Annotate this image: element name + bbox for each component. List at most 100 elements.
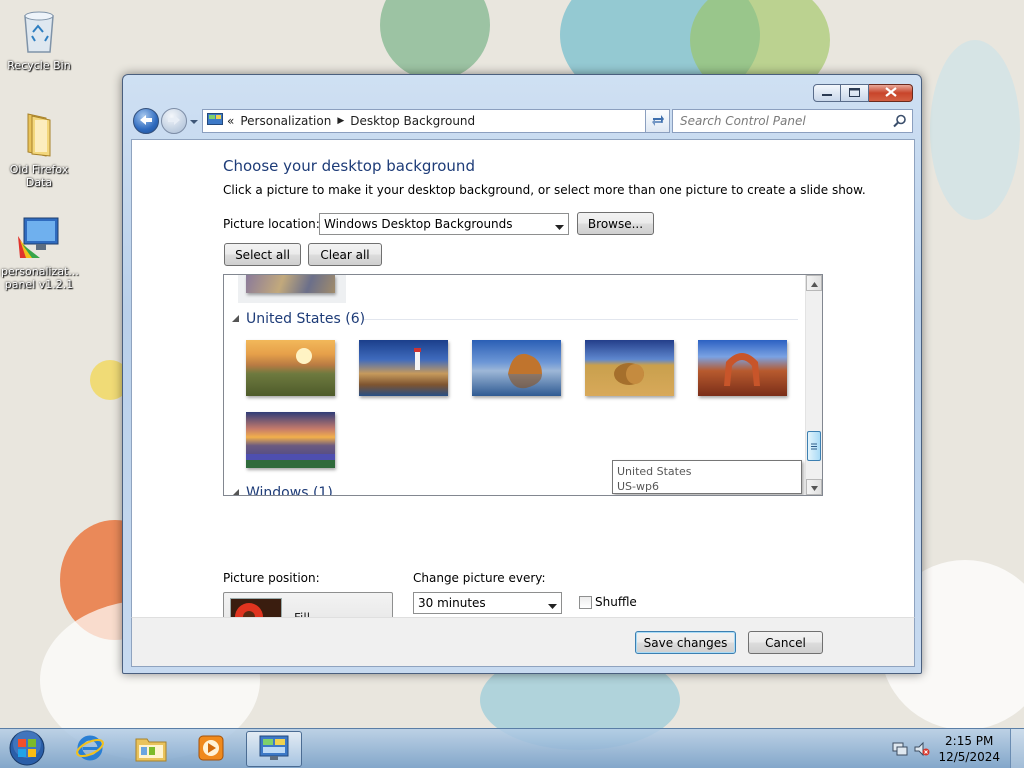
back-button[interactable]: [133, 108, 159, 134]
scroll-down-button[interactable]: [806, 479, 822, 495]
refresh-icon: [651, 114, 665, 129]
picture-gallery[interactable]: United States (6) Windows (1) United Sta…: [223, 274, 823, 496]
recent-pages-button[interactable]: [189, 116, 199, 126]
picture-location-value: Windows Desktop Backgrounds: [324, 217, 513, 231]
clear-all-button[interactable]: Clear all: [308, 243, 382, 266]
picture-thumbnail-us-wp3[interactable]: [472, 340, 561, 396]
system-clock[interactable]: 2:15 PM 12/5/2024: [938, 733, 1000, 765]
breadcrumb-personalization[interactable]: Personalization: [240, 114, 331, 128]
taskbar-internet-explorer[interactable]: [62, 731, 118, 767]
network-icon[interactable]: [892, 741, 908, 760]
group-header-windows[interactable]: Windows (1): [232, 485, 333, 496]
system-tray: 2:15 PM 12/5/2024: [884, 729, 1024, 768]
chevron-down-icon: [555, 220, 564, 234]
picture-thumbnail-us-wp5[interactable]: [698, 340, 787, 396]
folder-icon: [135, 734, 167, 765]
desktop-background-window: « Personalization ▶ Desktop Background S…: [122, 74, 922, 674]
control-panel-icon: [258, 734, 290, 765]
internet-explorer-icon: [75, 733, 105, 766]
windows-logo-icon: [9, 729, 45, 768]
picture-sun: [296, 348, 312, 364]
tooltip-filename: US-wp6: [617, 480, 659, 493]
dialog-footer: Save changes Cancel: [131, 617, 915, 667]
control-panel-icon: [207, 112, 223, 130]
page-description: Click a picture to make it your desktop …: [223, 183, 866, 197]
breadcrumb-overflow[interactable]: «: [227, 114, 234, 128]
grip-icon: [811, 439, 817, 453]
picture-location-select[interactable]: Windows Desktop Backgrounds: [319, 213, 569, 235]
group-title: Windows (1): [246, 485, 333, 496]
change-picture-label: Change picture every:: [413, 571, 546, 585]
desktop-icon-label: Old Firefox Data: [9, 163, 69, 189]
collapse-triangle-icon: [232, 311, 240, 327]
picture-location-label: Picture location:: [223, 217, 320, 231]
refresh-button[interactable]: [645, 109, 670, 133]
search-placeholder: Search Control Panel: [680, 114, 806, 128]
taskbar-control-panel[interactable]: [246, 731, 302, 767]
picture-tooltip: United States US-wp6: [612, 460, 802, 494]
arrow-right-icon: [167, 114, 181, 129]
forward-button[interactable]: [161, 108, 187, 134]
chevron-down-icon: [189, 116, 199, 130]
lighthouse: [414, 348, 421, 370]
triangle-down-icon: [810, 480, 818, 494]
navigation-bar: « Personalization ▶ Desktop Background S…: [131, 107, 913, 135]
search-icon[interactable]: [893, 114, 907, 131]
picture-tile-partial[interactable]: [238, 275, 346, 303]
taskbar-media-player[interactable]: [183, 731, 239, 767]
change-picture-interval-select[interactable]: 30 minutes: [413, 592, 562, 614]
save-changes-button[interactable]: Save changes: [635, 631, 736, 654]
desktop-icon-recycle-bin[interactable]: Recycle Bin: [1, 8, 77, 72]
maximize-button[interactable]: [841, 84, 869, 102]
show-desktop-button[interactable]: [1010, 729, 1024, 768]
group-divider: [364, 319, 798, 320]
picture-thumbnail-us-wp2[interactable]: [359, 340, 448, 396]
desktop-icon-old-firefox-data[interactable]: Old Firefox Data: [1, 110, 77, 189]
browse-button[interactable]: Browse...: [577, 212, 654, 235]
tooltip-group: United States: [617, 465, 692, 478]
start-button[interactable]: [4, 729, 50, 768]
folder-icon: [1, 110, 77, 161]
page-title: Choose your desktop background: [223, 157, 475, 175]
picture-thumbnail: [246, 275, 335, 293]
picture-thumbnail-us-wp4[interactable]: [585, 340, 674, 396]
picture-thumbnail-us-wp1[interactable]: [246, 340, 335, 396]
clock-time: 2:15 PM: [945, 734, 994, 748]
shuffle-label[interactable]: Shuffle: [595, 595, 637, 609]
picture-thumbnail-us-wp6[interactable]: [246, 412, 335, 468]
desktop-icon-label: personalizat... panel v1.2.1: [1, 265, 79, 291]
volume-muted-icon[interactable]: [914, 741, 930, 760]
maximize-icon: [849, 86, 860, 100]
cancel-button[interactable]: Cancel: [748, 631, 823, 654]
collapse-triangle-icon: [232, 485, 240, 495]
taskbar: 2:15 PM 12/5/2024: [0, 728, 1024, 768]
search-input[interactable]: Search Control Panel: [672, 109, 913, 133]
arch-rock: [724, 353, 760, 386]
scrollbar-thumb[interactable]: [807, 431, 821, 461]
group-title: United States (6): [246, 311, 366, 327]
media-player-icon: [196, 733, 226, 766]
desktop-icon-personalization-panel[interactable]: personalizat... panel v1.2.1: [1, 214, 79, 291]
desktop-icon-label: Recycle Bin: [7, 59, 71, 72]
shuffle-checkbox[interactable]: [579, 596, 592, 609]
taskbar-windows-explorer[interactable]: [123, 731, 179, 767]
personalization-panel-icon: [1, 214, 77, 263]
triangle-up-icon: [810, 276, 818, 290]
lupine-field: [246, 454, 335, 468]
breadcrumb-desktop-background[interactable]: Desktop Background: [350, 114, 475, 128]
rock-formation: [508, 353, 542, 389]
minimize-icon: [822, 86, 832, 100]
breadcrumb-separator-icon[interactable]: ▶: [337, 116, 344, 126]
scroll-up-button[interactable]: [806, 275, 822, 291]
select-all-button[interactable]: Select all: [224, 243, 301, 266]
address-bar[interactable]: « Personalization ▶ Desktop Background: [202, 109, 665, 133]
hay-bale: [614, 363, 644, 385]
change-picture-value: 30 minutes: [418, 596, 486, 610]
recycle-bin-icon: [1, 8, 77, 57]
gallery-scrollbar[interactable]: [805, 275, 822, 495]
close-icon: [884, 86, 897, 100]
close-button[interactable]: [869, 84, 913, 102]
minimize-button[interactable]: [813, 84, 841, 102]
group-header-united-states[interactable]: United States (6): [232, 311, 365, 327]
arrow-left-icon: [139, 114, 153, 129]
